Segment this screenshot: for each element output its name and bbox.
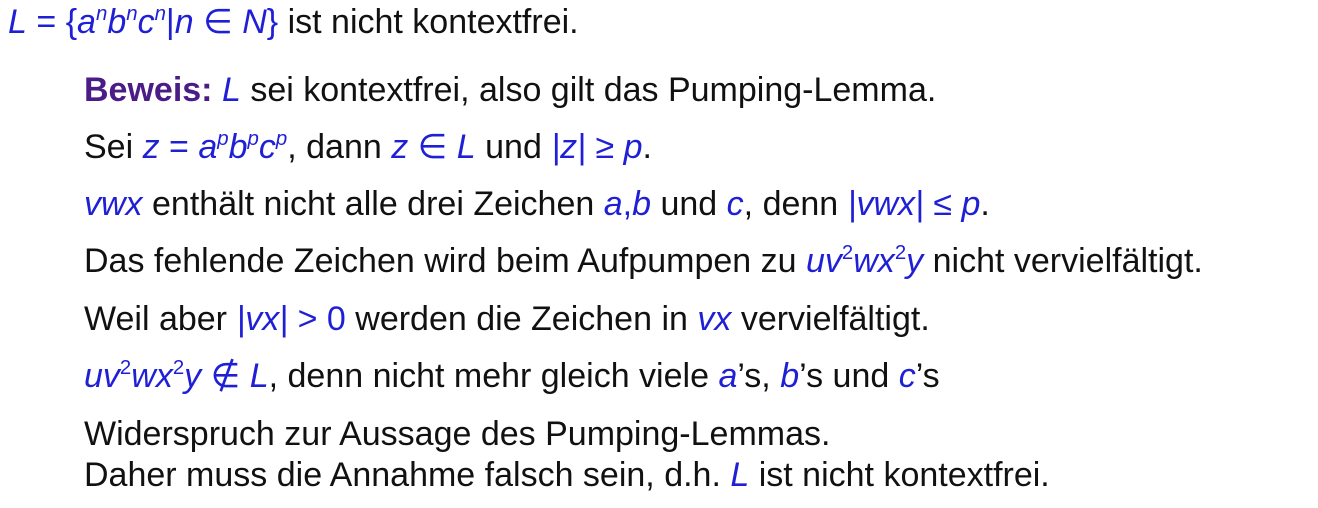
symbol-a: a bbox=[77, 3, 96, 41]
symbol-c: c bbox=[898, 357, 916, 395]
proof-line-2: Sei z = apbpcp, dann z ∈ L und |z| ≥ p. bbox=[84, 127, 652, 167]
proof-text: vervielfältigt. bbox=[740, 300, 930, 338]
proof-text: Widerspruch zur Aussage des Pumping-Lemm… bbox=[84, 415, 831, 453]
abs-vwx: |vwx| bbox=[847, 185, 924, 223]
not-element-of: ∉ bbox=[210, 357, 241, 395]
proof-line-8: Daher muss die Annahme falsch sein, d.h.… bbox=[84, 455, 1050, 495]
symbol-b: b bbox=[107, 3, 127, 41]
symbol-p: p bbox=[623, 128, 643, 166]
proof-text: Weil aber bbox=[84, 300, 227, 338]
symbol-b: b bbox=[228, 128, 248, 166]
symbol-y: y bbox=[184, 357, 202, 395]
symbol-p: p bbox=[961, 185, 981, 223]
language-symbol: L bbox=[730, 456, 750, 494]
element-of: ∈ bbox=[417, 128, 448, 166]
abs-vx: |vx| bbox=[236, 300, 289, 338]
equals-sign: = bbox=[36, 3, 57, 41]
proof-text: und bbox=[832, 357, 890, 395]
symbol-uv: uv bbox=[805, 242, 842, 280]
symbol-n: n bbox=[174, 3, 194, 41]
symbol-wx: wx bbox=[131, 357, 173, 395]
exponent-n: n bbox=[154, 2, 166, 25]
proof-line-4: Das fehlende Zeichen wird beim Aufpumpen… bbox=[84, 241, 1203, 281]
plural-suffix: ’s, bbox=[737, 357, 771, 395]
symbol-z: z bbox=[142, 128, 160, 166]
language-symbol: L bbox=[456, 128, 476, 166]
abs-z: |z| bbox=[551, 128, 586, 166]
proof-line-5: Weil aber |vx| > 0 werden die Zeichen in… bbox=[84, 299, 930, 339]
geq-sign: ≥ bbox=[595, 128, 615, 166]
plural-suffix: ’s bbox=[915, 357, 940, 395]
exponent-2: 2 bbox=[172, 356, 185, 379]
symbol-c: c bbox=[726, 185, 744, 223]
proof-line-6: uv2wx2y ∉ L, denn nicht mehr gleich viel… bbox=[84, 356, 940, 396]
proof-text: Sei bbox=[84, 128, 134, 166]
exponent-2: 2 bbox=[841, 241, 854, 264]
proof-text: und bbox=[485, 128, 542, 166]
proof-text: ist nicht kontextfrei. bbox=[758, 456, 1050, 494]
language-symbol: L bbox=[249, 357, 269, 395]
symbol-a: a bbox=[198, 128, 218, 166]
proof-text: , dann bbox=[287, 128, 382, 166]
exponent-n: n bbox=[95, 2, 108, 25]
proof-text: , denn bbox=[743, 185, 839, 223]
proof-line-1: Beweis: L sei kontextfrei, also gilt das… bbox=[84, 70, 936, 110]
language-symbol: L bbox=[8, 3, 27, 41]
exponent-n: n bbox=[126, 2, 138, 25]
exponent-2: 2 bbox=[119, 356, 132, 379]
proof-text: Daher muss die Annahme falsch sein, d.h. bbox=[84, 456, 721, 494]
theorem-statement: L = {anbncn|n ∈ N} ist nicht kontextfrei… bbox=[8, 2, 579, 42]
proof-text: enthält nicht alle drei Zeichen bbox=[152, 185, 595, 223]
period: . bbox=[980, 185, 990, 223]
element-of: ∈ bbox=[203, 3, 233, 41]
symbol-vx: vx bbox=[697, 300, 732, 338]
gt-sign: > bbox=[297, 300, 318, 338]
symbol-uv: uv bbox=[84, 357, 120, 395]
set-bar: | bbox=[165, 3, 175, 41]
exponent-p: p bbox=[217, 127, 229, 150]
plural-suffix: ’s bbox=[799, 357, 824, 395]
exponent-p: p bbox=[275, 127, 288, 150]
symbol-b: b bbox=[780, 357, 800, 395]
proof-text: , denn nicht mehr gleich viele bbox=[268, 357, 709, 395]
proof-text: und bbox=[660, 185, 718, 223]
proof-line-3: vwx enthält nicht alle drei Zeichen a,b … bbox=[84, 184, 990, 224]
symbol-b: b bbox=[632, 185, 652, 223]
exponent-2: 2 bbox=[894, 241, 907, 264]
comma: , bbox=[622, 185, 633, 223]
proof-line-7: Widerspruch zur Aussage des Pumping-Lemm… bbox=[84, 414, 830, 454]
symbol-a: a bbox=[603, 185, 623, 223]
proof-text: nicht vervielfältigt. bbox=[932, 242, 1203, 280]
proof-label: Beweis: bbox=[84, 71, 213, 109]
set-brace-close: } bbox=[266, 3, 279, 41]
symbol-vwx: vwx bbox=[84, 185, 143, 223]
symbol-c: c bbox=[137, 3, 155, 41]
set-brace-open: { bbox=[65, 3, 78, 41]
theorem-text: ist nicht kontextfrei. bbox=[287, 3, 579, 41]
natural-numbers: N bbox=[242, 3, 267, 41]
symbol-a: a bbox=[718, 357, 738, 395]
symbol-wx: wx bbox=[853, 242, 895, 280]
proof-text: sei kontextfrei, also gilt das Pumping-L… bbox=[250, 71, 937, 109]
equals-sign: = bbox=[169, 128, 189, 166]
language-symbol: L bbox=[221, 71, 241, 109]
period: . bbox=[642, 128, 652, 166]
proof-text: Das fehlende Zeichen wird beim Aufpumpen… bbox=[84, 242, 797, 280]
proof-text: werden die Zeichen in bbox=[355, 300, 688, 338]
symbol-c: c bbox=[258, 128, 276, 166]
symbol-z: z bbox=[391, 128, 409, 166]
zero: 0 bbox=[326, 300, 346, 338]
leq-sign: ≤ bbox=[933, 185, 952, 223]
symbol-y: y bbox=[906, 242, 924, 280]
exponent-p: p bbox=[247, 127, 259, 150]
